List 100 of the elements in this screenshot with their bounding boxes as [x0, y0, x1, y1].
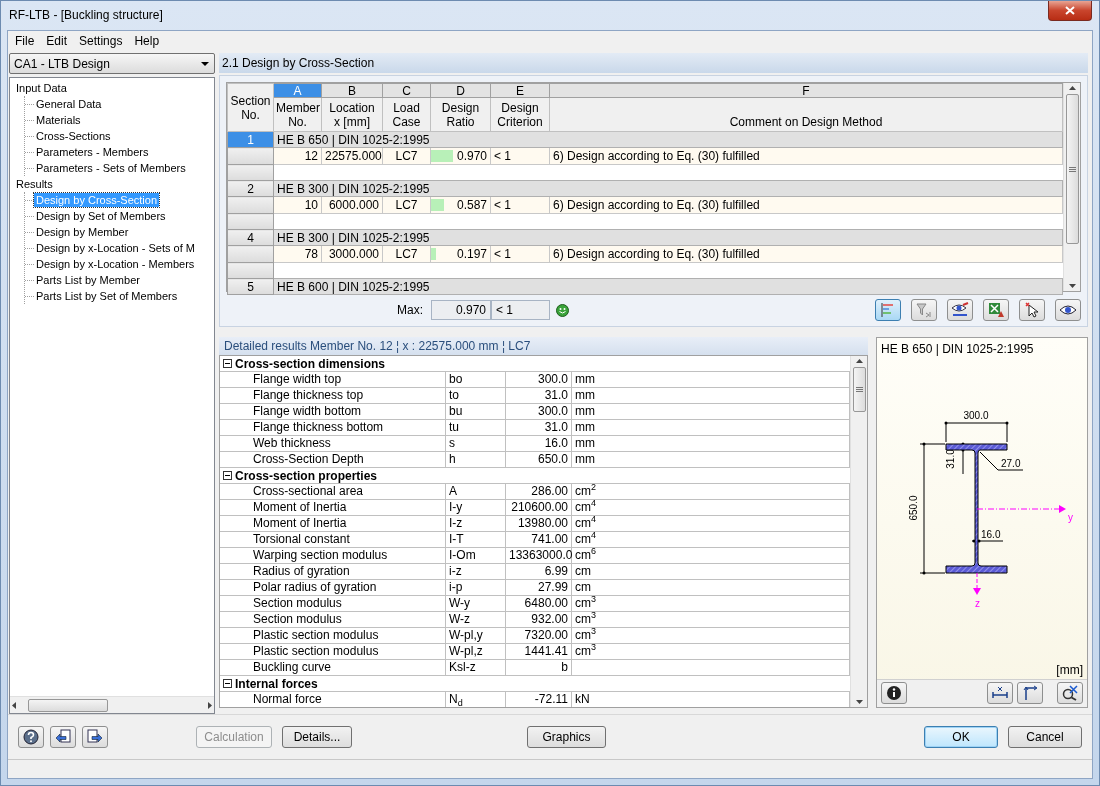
vertical-scrollbar[interactable]: [850, 356, 867, 707]
tree-item[interactable]: Design by x-Location - Members: [34, 257, 197, 271]
column-letter[interactable]: B: [321, 83, 383, 98]
menu-item[interactable]: File: [9, 34, 41, 48]
property-name: Cross-sectional area: [220, 484, 446, 500]
scrollbar-thumb[interactable]: [1065, 94, 1079, 244]
menu-item[interactable]: Settings: [73, 34, 129, 48]
nav-button[interactable]: [18, 726, 44, 748]
column-header: Location x [mm]: [321, 97, 383, 132]
property-unit: cm$^{3}$: [572, 596, 850, 612]
collapse-icon[interactable]: [223, 679, 232, 688]
dimension-label: 31.0: [945, 449, 956, 469]
property-name: Radius of gyration: [220, 564, 446, 580]
column-header: Member No.: [273, 97, 322, 132]
dimension-label: 27.0: [1001, 458, 1021, 469]
toolbar-button[interactable]: [1055, 299, 1081, 321]
window-title: RF-LTB - [Buckling structure]: [9, 8, 163, 22]
property-unit: mm: [572, 452, 850, 468]
toolbar-button[interactable]: [983, 299, 1009, 321]
property-value: 741.00: [506, 532, 572, 548]
property-value: 27.99: [506, 580, 572, 596]
tree-item[interactable]: Parameters - Sets of Members: [34, 161, 188, 175]
cursor-icon: [1024, 302, 1040, 318]
dimension-label: 650.0: [908, 495, 919, 521]
tree-item[interactable]: Parts List by Set of Members: [34, 289, 180, 303]
scroll-up-icon[interactable]: [1068, 86, 1076, 90]
tree-item[interactable]: Results: [14, 177, 55, 191]
property-value: 6480.00: [506, 596, 572, 612]
group-title: Cross-section dimensions: [235, 356, 386, 371]
scroll-up-icon[interactable]: [855, 359, 863, 363]
property-name: Section modulus: [220, 612, 446, 628]
tree-item[interactable]: General Data: [34, 97, 104, 111]
graphic-tool-button[interactable]: [1057, 682, 1083, 704]
nav-button[interactable]: [50, 726, 76, 748]
zoom-icon: [1062, 685, 1078, 701]
group-title: Cross-section properties: [235, 468, 378, 483]
property-value: -72.11: [506, 692, 572, 707]
column-letter[interactable]: E: [490, 83, 550, 98]
tree-item[interactable]: Design by Set of Members: [34, 209, 168, 223]
dialog-button[interactable]: Graphics: [527, 726, 606, 748]
column-header: Design Ratio: [430, 97, 491, 132]
toolbar-button[interactable]: [1019, 299, 1045, 321]
property-unit: mm: [572, 404, 850, 420]
property-name: Plastic section modulus: [220, 644, 446, 660]
column-letter[interactable]: F: [549, 83, 1063, 98]
property-value: 31.0: [506, 388, 572, 404]
close-button[interactable]: [1048, 1, 1092, 21]
details-caption: Detailed results Member No. 12 ¦ x : 22575.000 mm ¦ LC7: [219, 337, 868, 355]
max-ratio-field: 0.970: [431, 300, 491, 320]
group-title: Internal forces: [235, 676, 318, 691]
property-unit: cm$^{3}$: [572, 644, 850, 660]
tree-item[interactable]: Input Data: [14, 81, 69, 95]
scrollbar-thumb[interactable]: [852, 367, 866, 412]
property-name: Moment of Inertia: [220, 500, 446, 516]
column-letter[interactable]: C: [382, 83, 431, 98]
graphic-tool-button[interactable]: [1017, 682, 1043, 704]
toolbar-button[interactable]: [947, 299, 973, 321]
menu-item[interactable]: Help: [128, 34, 166, 48]
column-header: Design Criterion: [490, 97, 550, 132]
scrollbar-thumb[interactable]: [28, 698, 108, 712]
property-name: Section modulus: [220, 596, 446, 612]
scroll-down-icon[interactable]: [1068, 284, 1076, 288]
property-value: 6.99: [506, 564, 572, 580]
column-header: Section No.: [227, 83, 274, 132]
vertical-scrollbar[interactable]: [1063, 83, 1080, 291]
graphic-tool-button[interactable]: [987, 682, 1013, 704]
property-name: Warping section modulus: [220, 548, 446, 564]
property-value: b: [506, 660, 572, 676]
tree-item[interactable]: Parameters - Members: [34, 145, 151, 159]
nav-button[interactable]: [82, 726, 108, 748]
scroll-left-icon[interactable]: [12, 701, 16, 709]
dialog-button[interactable]: Cancel: [1008, 726, 1082, 748]
scroll-down-icon[interactable]: [855, 700, 863, 704]
menu-item[interactable]: Edit: [40, 34, 74, 48]
horizontal-scrollbar[interactable]: [10, 696, 214, 713]
scroll-right-icon[interactable]: [208, 701, 212, 709]
collapse-icon[interactable]: [223, 471, 232, 480]
tree-item[interactable]: Materials: [34, 113, 83, 127]
property-name: Flange thickness bottom: [220, 420, 446, 436]
case-dropdown[interactable]: CA1 - LTB Design: [9, 53, 215, 74]
property-name: Buckling curve: [220, 660, 446, 676]
smiley-icon: [556, 303, 569, 317]
dialog-button[interactable]: OK: [924, 726, 998, 748]
close-icon: [1065, 6, 1075, 15]
column-letter[interactable]: D: [430, 83, 491, 98]
property-unit: cm$^{2}$: [572, 484, 850, 500]
property-unit: cm$^{3}$: [572, 628, 850, 644]
property-value: 13980.00: [506, 516, 572, 532]
property-value: 300.0: [506, 372, 572, 388]
tree-item[interactable]: Parts List by Member: [34, 273, 142, 287]
dialog-button[interactable]: Details...: [282, 726, 352, 748]
section-title: 2.1 Design by Cross-Section: [219, 53, 1088, 73]
tree-item[interactable]: Design by x-Location - Sets of M: [34, 241, 197, 255]
collapse-icon[interactable]: [223, 359, 232, 368]
column-header: Load Case: [382, 97, 431, 132]
graphic-tool-button[interactable]: [881, 682, 907, 704]
tree-item[interactable]: Cross-Sections: [34, 129, 113, 143]
tree-item[interactable]: Design by Member: [34, 225, 131, 239]
dimension-label: 16.0: [981, 529, 1001, 540]
eye-icon: [1059, 303, 1077, 317]
